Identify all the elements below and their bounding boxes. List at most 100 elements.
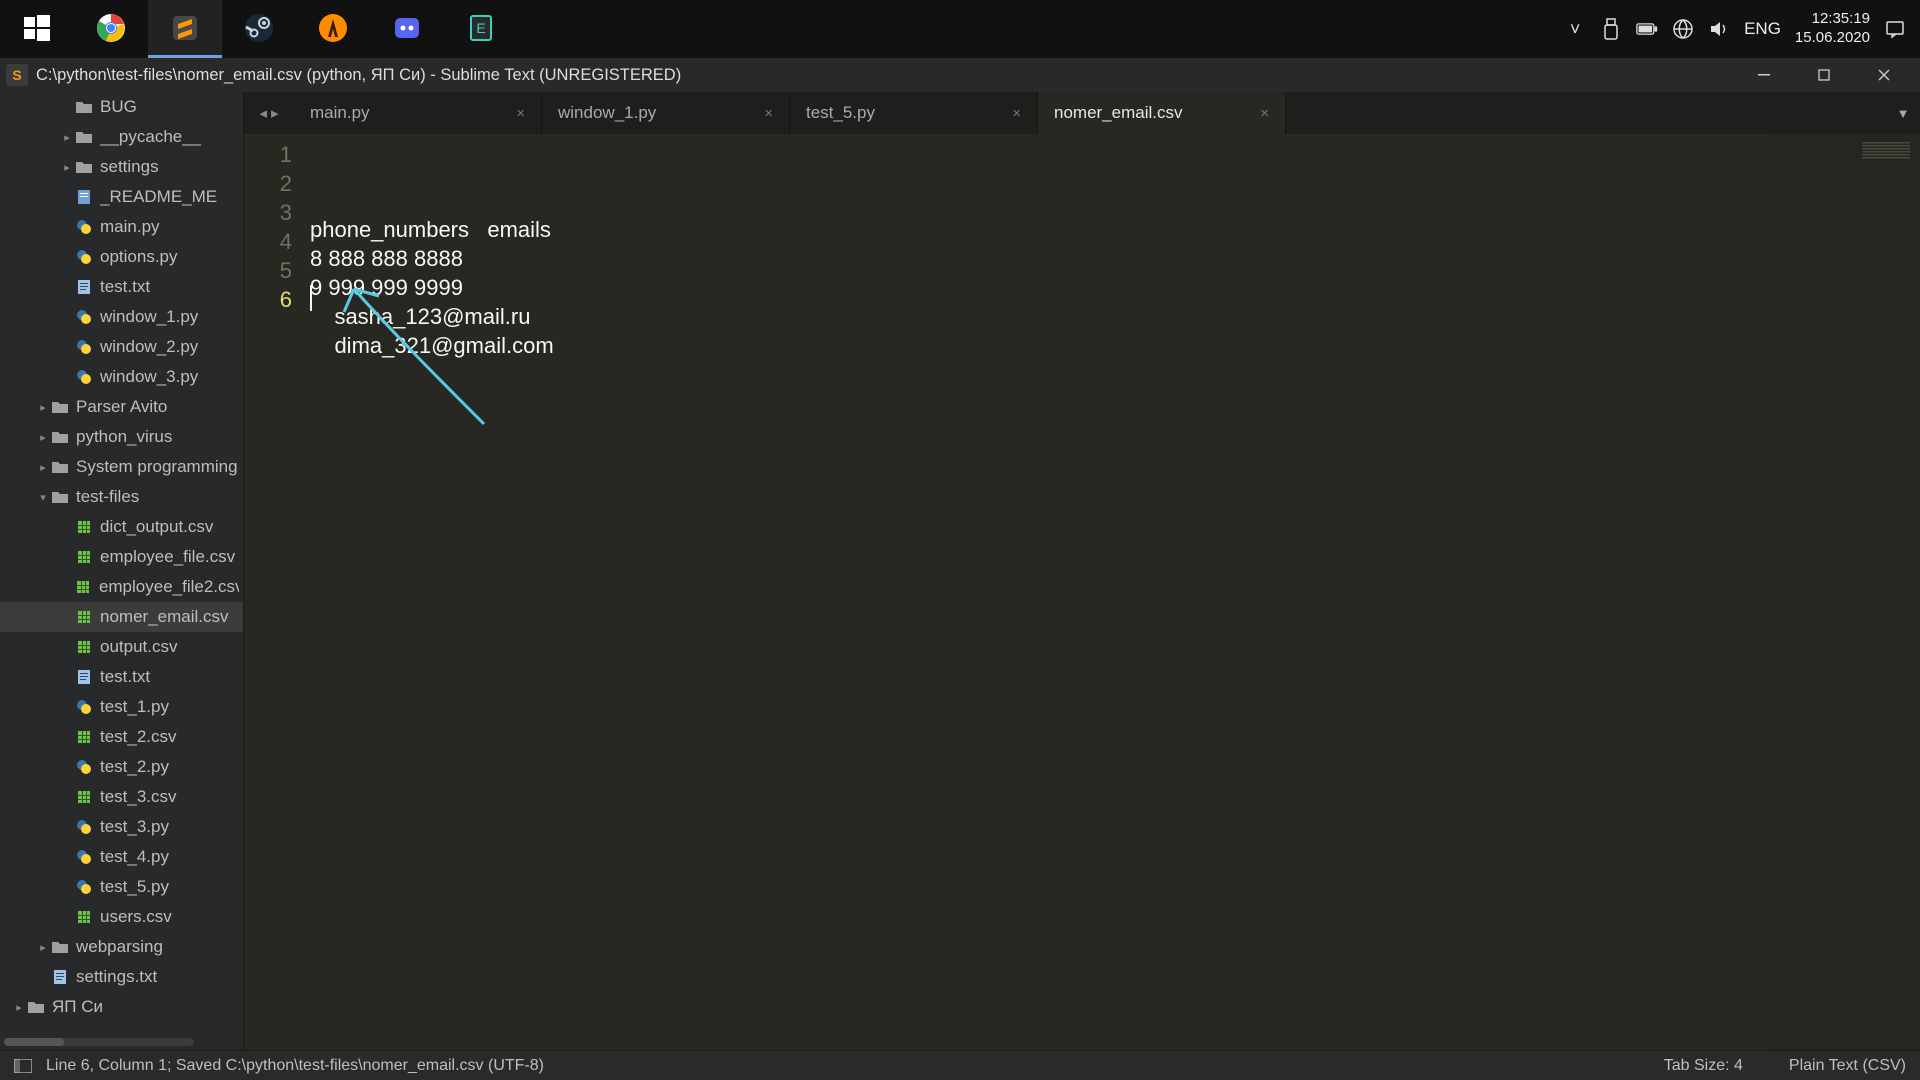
window-titlebar[interactable]: S C:\python\test-files\nomer_email.csv (… — [0, 58, 1920, 92]
tab-label: nomer_email.csv — [1054, 103, 1183, 123]
folder-icon — [50, 427, 70, 447]
sidebar-item[interactable]: ▸ЯП Си — [0, 992, 243, 1022]
py-icon — [74, 217, 94, 237]
sidebar-item[interactable]: test.txt — [0, 662, 243, 692]
code-view[interactable]: 123456 phone_numbers emails8 888 888 888… — [244, 134, 1920, 1050]
tab-overflow-button[interactable]: ▼ — [1886, 92, 1920, 134]
sidebar-item[interactable]: dict_output.csv — [0, 512, 243, 542]
code-content[interactable]: phone_numbers emails8 888 888 88889 999 … — [310, 134, 1770, 1050]
disclosure-icon: ▸ — [12, 1001, 26, 1014]
tab-label: window_1.py — [558, 103, 656, 123]
scrollbar-thumb[interactable] — [4, 1038, 64, 1046]
sidebar[interactable]: BUG ▸__pycache__▸settings_README_MEmain.p… — [0, 92, 244, 1050]
tray-notifications-icon[interactable] — [1884, 18, 1906, 40]
nav-forward-icon: ▸ — [271, 104, 279, 122]
taskbar-app-sublime[interactable] — [148, 0, 222, 58]
sidebar-item[interactable]: nomer_email.csv — [0, 602, 243, 632]
tray-battery-icon[interactable] — [1636, 18, 1658, 40]
folder-icon — [26, 997, 46, 1017]
sidebar-item[interactable]: test_2.py — [0, 752, 243, 782]
status-bar: Line 6, Column 1; Saved C:\python\test-f… — [0, 1050, 1920, 1080]
sidebar-item-label: window_3.py — [100, 367, 198, 387]
tray-language[interactable]: ENG — [1744, 19, 1781, 39]
window-close-button[interactable] — [1854, 58, 1914, 92]
sidebar-item-label: Parser Avito — [76, 397, 167, 417]
code-line: phone_numbers emails — [310, 215, 1770, 244]
sidebar-item[interactable]: ▸Parser Avito — [0, 392, 243, 422]
tab-close-button[interactable]: × — [764, 105, 773, 122]
tray-clock[interactable]: 12:35:19 15.06.2020 — [1795, 10, 1870, 48]
line-gutter: 123456 — [244, 134, 310, 1050]
text-caret — [310, 285, 312, 311]
editor-tab[interactable]: window_1.py × — [542, 92, 790, 134]
py-icon — [74, 247, 94, 267]
sidebar-item[interactable]: window_2.py — [0, 332, 243, 362]
taskbar-app-aimp[interactable] — [296, 0, 370, 58]
sidebar-item[interactable]: test_2.csv — [0, 722, 243, 752]
sidebar-item-label: BUG — [100, 97, 137, 117]
disclosure-icon: ▸ — [36, 431, 50, 444]
sidebar-item[interactable]: employee_file2.csv — [0, 572, 243, 602]
taskbar-app-epic[interactable]: E — [444, 0, 518, 58]
sidebar-item[interactable]: test_1.py — [0, 692, 243, 722]
sidebar-item-label: test_5.py — [100, 877, 169, 897]
sidebar-item[interactable]: BUG — [0, 92, 243, 122]
window-maximize-button[interactable] — [1794, 58, 1854, 92]
status-tab-size[interactable]: Tab Size: 4 — [1664, 1057, 1743, 1075]
tray-usb-icon[interactable] — [1600, 18, 1622, 40]
sidebar-item[interactable]: main.py — [0, 212, 243, 242]
editor-tab[interactable]: main.py × — [294, 92, 542, 134]
tray-volume-icon[interactable] — [1708, 18, 1730, 40]
sidebar-item-label: python_virus — [76, 427, 172, 447]
window-minimize-button[interactable] — [1734, 58, 1794, 92]
py-icon — [74, 337, 94, 357]
sidebar-item[interactable]: test.txt — [0, 272, 243, 302]
sidebar-item[interactable]: ▸__pycache__ — [0, 122, 243, 152]
start-button[interactable] — [0, 0, 74, 58]
status-syntax[interactable]: Plain Text (CSV) — [1789, 1057, 1906, 1075]
taskbar-app-discord[interactable] — [370, 0, 444, 58]
editor-tab[interactable]: test_5.py × — [790, 92, 1038, 134]
sidebar-item-label: test-files — [76, 487, 139, 507]
tab-close-button[interactable]: × — [1260, 105, 1269, 122]
sidebar-item[interactable]: options.py — [0, 242, 243, 272]
sidebar-item[interactable]: ▸ python_virus — [0, 422, 243, 452]
tab-history-nav[interactable]: ◂ ▸ — [244, 92, 294, 134]
taskbar-app-chrome[interactable] — [74, 0, 148, 58]
maximize-icon — [1818, 69, 1830, 81]
disclosure-icon: ▸ — [36, 941, 50, 954]
sidebar-scrollbar[interactable] — [4, 1038, 194, 1046]
editor-tab[interactable]: nomer_email.csv × — [1038, 92, 1286, 134]
status-panel-toggle[interactable] — [14, 1059, 32, 1073]
folder-icon — [50, 937, 70, 957]
sidebar-item[interactable]: window_1.py — [0, 302, 243, 332]
sidebar-item[interactable]: test_3.py — [0, 812, 243, 842]
sidebar-item[interactable]: ▸System programming — [0, 452, 243, 482]
sidebar-item[interactable]: test_4.py — [0, 842, 243, 872]
sidebar-item[interactable]: output.csv — [0, 632, 243, 662]
tab-close-button[interactable]: × — [1012, 105, 1021, 122]
sidebar-item[interactable]: test_3.csv — [0, 782, 243, 812]
tab-label: test_5.py — [806, 103, 875, 123]
nav-back-icon: ◂ — [259, 104, 267, 122]
sidebar-item[interactable]: test_5.py — [0, 872, 243, 902]
editor-area: ◂ ▸ main.py×window_1.py×test_5.py×nomer_… — [244, 92, 1920, 1050]
tab-label: main.py — [310, 103, 370, 123]
sidebar-item[interactable]: ▸settings — [0, 152, 243, 182]
csv-icon — [74, 517, 94, 537]
tray-network-icon[interactable] — [1672, 18, 1694, 40]
minimap[interactable] — [1770, 134, 1920, 1050]
sidebar-item[interactable]: ▸webparsing — [0, 932, 243, 962]
status-left-text: Line 6, Column 1; Saved C:\python\test-f… — [46, 1057, 544, 1075]
sidebar-item[interactable]: employee_file.csv — [0, 542, 243, 572]
sidebar-item-label: test.txt — [100, 277, 150, 297]
sidebar-item[interactable]: ▾test-files — [0, 482, 243, 512]
sidebar-item[interactable]: settings.txt — [0, 962, 243, 992]
tray-chevron-icon[interactable]: ˅ — [1564, 18, 1586, 40]
sidebar-item[interactable]: users.csv — [0, 902, 243, 932]
sidebar-item[interactable]: _README_ME — [0, 182, 243, 212]
tab-close-button[interactable]: × — [516, 105, 525, 122]
sidebar-item[interactable]: window_3.py — [0, 362, 243, 392]
taskbar-app-steam[interactable] — [222, 0, 296, 58]
discord-icon — [392, 13, 422, 43]
